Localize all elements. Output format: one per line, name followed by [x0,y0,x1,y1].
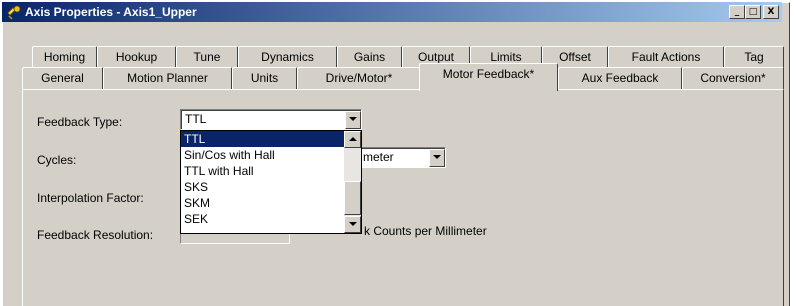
scroll-down-button[interactable] [344,216,361,233]
tab-motion-planner[interactable]: Motion Planner [103,67,232,89]
tab-homing[interactable]: Homing [32,46,97,68]
tab-label: Limits [490,50,522,64]
cycles-units-combo[interactable]: meter [362,147,446,168]
tab-tag[interactable]: Tag [724,46,784,68]
tab-label: Tune [193,50,221,64]
feedback-type-dropdown-list[interactable]: TTL Sin/Cos with Hall TTL with Hall SKS … [180,130,362,234]
feedback-type-dropdown-button[interactable] [345,111,361,129]
feedback-resolution-label: Feedback Resolution: [37,228,154,242]
feedback-type-value: TTL [185,112,207,126]
chevron-down-icon [349,222,357,226]
dropdown-options: TTL Sin/Cos with Hall TTL with Hall SKS … [181,131,344,227]
interpolation-factor-label: Interpolation Factor: [37,191,144,205]
close-button[interactable]: X [763,5,779,19]
tab-label: Drive/Motor* [325,71,393,85]
tab-label: Offset [559,50,591,64]
chevron-up-icon [349,137,357,141]
tab-label: Motion Planner [127,71,208,85]
tab-gains[interactable]: Gains [337,46,402,68]
axis-properties-icon [6,4,22,20]
dropdown-option-sks[interactable]: SKS [181,179,344,195]
tab-label: Fault Actions [631,50,701,64]
scroll-thumb[interactable] [344,181,361,215]
tab-drive-motor[interactable]: Drive/Motor* [297,67,421,89]
combo-field: TTL [181,110,361,129]
resolution-units-label: k Counts per Millimeter [364,224,487,238]
dropdown-option-ttl[interactable]: TTL [181,131,344,147]
cycles-units-value: meter [363,150,394,164]
maximize-button[interactable]: □ [745,5,761,19]
tab-motor-feedback[interactable]: Motor Feedback* [419,63,558,91]
cycles-units-dropdown-button[interactable] [429,149,445,167]
combo-field: meter [362,148,445,167]
minimize-button[interactable]: _ [729,5,745,19]
feedback-type-label: Feedback Type: [37,115,123,129]
tab-general[interactable]: General [22,67,103,89]
dropdown-option-sek[interactable]: SEK [181,211,344,227]
chevron-down-icon [349,117,357,121]
dropdown-option-ttl-hall[interactable]: TTL with Hall [181,163,344,179]
tab-label: Hookup [115,50,158,64]
window-title: Axis Properties - Axis1_Upper [25,5,197,19]
tab-label: Output [417,50,455,64]
dropdown-option-skm[interactable]: SKM [181,195,344,211]
tab-aux-feedback[interactable]: Aux Feedback [558,67,682,89]
dropdown-option-sincos-hall[interactable]: Sin/Cos with Hall [181,147,344,163]
tab-units[interactable]: Units [232,67,297,89]
scroll-up-button[interactable] [344,131,361,148]
tab-label: General [41,71,84,85]
tab-conversion[interactable]: Conversion* [682,67,784,89]
tab-dynamics[interactable]: Dynamics [238,46,337,68]
tab-hookup[interactable]: Hookup [97,46,176,68]
tab-label: Aux Feedback [581,71,659,85]
tab-fault-actions[interactable]: Fault Actions [608,46,724,68]
tab-label: Gains [353,50,386,64]
chevron-down-icon [433,155,441,159]
dropdown-scrollbar[interactable] [344,131,361,233]
tab-label: Units [250,71,279,85]
cycles-label: Cycles: [37,153,77,167]
title-bar[interactable]: Axis Properties - Axis1_Upper _ □ X [2,2,782,22]
tab-label: Tag [744,50,764,64]
feedback-type-combo[interactable]: TTL [180,109,362,130]
tab-label: Conversion* [700,71,766,85]
tab-tune[interactable]: Tune [176,46,238,68]
tab-label: Homing [43,50,86,64]
tab-label: Dynamics [261,50,314,64]
tab-label: Motor Feedback* [442,67,535,81]
